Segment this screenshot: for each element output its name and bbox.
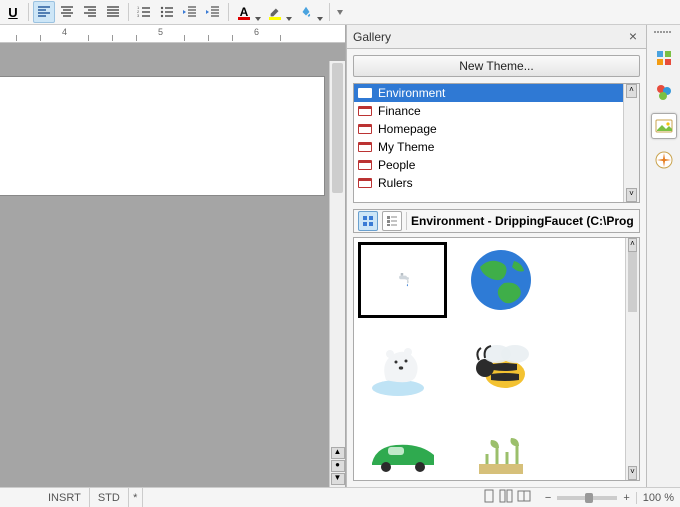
formatting-toolbar: U 123 A bbox=[0, 0, 680, 25]
zoom-control[interactable]: − + 100 % bbox=[539, 492, 680, 504]
separator bbox=[128, 3, 129, 21]
gallery-view-bar: Environment - DrippingFaucet (C:\Prog bbox=[353, 209, 640, 233]
highlight-color-button[interactable] bbox=[264, 1, 294, 23]
zoom-in-icon[interactable]: + bbox=[623, 492, 629, 504]
theme-label: My Theme bbox=[378, 140, 434, 154]
ruler-number: 5 bbox=[158, 27, 163, 37]
theme-label: Rulers bbox=[378, 176, 413, 190]
gallery-item-green-car[interactable] bbox=[360, 420, 445, 481]
theme-row-environment[interactable]: Environment bbox=[354, 84, 639, 102]
horizontal-ruler[interactable]: 4 5 6 bbox=[0, 25, 345, 43]
font-color-button[interactable]: A bbox=[233, 1, 263, 23]
thumbs-scrollbar[interactable]: ˄ ˅ bbox=[625, 238, 639, 480]
theme-icon bbox=[358, 106, 372, 116]
gallery-item-bee[interactable] bbox=[458, 332, 543, 404]
main-area: 4 5 6 ▲ ● ▼ bbox=[0, 25, 680, 487]
theme-label: People bbox=[378, 158, 415, 172]
zoom-out-icon[interactable]: − bbox=[545, 492, 551, 504]
numbered-list-button[interactable]: 123 bbox=[133, 1, 155, 23]
theme-label: Homepage bbox=[378, 122, 437, 136]
align-center-button[interactable] bbox=[56, 1, 78, 23]
scroll-marker-button[interactable]: ● bbox=[331, 460, 345, 472]
decrease-indent-button[interactable] bbox=[179, 1, 201, 23]
theme-list: Environment Finance Homepage My Theme Pe… bbox=[353, 83, 640, 203]
theme-label: Environment bbox=[378, 86, 445, 100]
scroll-up-icon[interactable]: ˄ bbox=[626, 84, 637, 98]
theme-icon bbox=[358, 88, 372, 98]
bullet-list-button[interactable] bbox=[156, 1, 178, 23]
align-right-button[interactable] bbox=[79, 1, 101, 23]
separator bbox=[329, 3, 330, 21]
gallery-item-polar-bear[interactable] bbox=[360, 332, 445, 404]
zoom-slider[interactable] bbox=[557, 496, 617, 500]
theme-icon bbox=[358, 142, 372, 152]
theme-icon bbox=[358, 160, 372, 170]
svg-text:3: 3 bbox=[137, 13, 140, 18]
scroll-thumb[interactable] bbox=[628, 252, 637, 312]
gallery-header: Gallery × bbox=[347, 25, 646, 49]
gallery-thumbnails: ˄ ˅ bbox=[353, 237, 640, 481]
status-selection-mode[interactable]: STD bbox=[90, 488, 129, 507]
sidebar-grip-icon[interactable] bbox=[654, 31, 674, 37]
document-viewport[interactable]: ▲ ● ▼ bbox=[0, 43, 345, 487]
theme-icon bbox=[358, 124, 372, 134]
status-modified-icon[interactable]: * bbox=[129, 488, 143, 507]
single-page-view-icon[interactable] bbox=[483, 489, 495, 506]
theme-label: Finance bbox=[378, 104, 421, 118]
themelist-scrollbar[interactable]: ˄ ˅ bbox=[623, 84, 639, 202]
theme-row-people[interactable]: People bbox=[354, 156, 639, 174]
new-theme-button[interactable]: New Theme... bbox=[353, 55, 640, 77]
zoom-slider-knob[interactable] bbox=[585, 493, 593, 503]
background-color-button[interactable] bbox=[295, 1, 325, 23]
status-view-buttons bbox=[475, 488, 539, 507]
scroll-up-icon[interactable]: ˄ bbox=[628, 238, 637, 252]
underline-button[interactable]: U bbox=[2, 1, 24, 23]
gallery-item-path: Environment - DrippingFaucet (C:\Prog bbox=[411, 214, 635, 228]
gallery-item-plant[interactable] bbox=[458, 420, 543, 481]
book-view-icon[interactable] bbox=[517, 489, 531, 506]
document-area: 4 5 6 ▲ ● ▼ bbox=[0, 25, 346, 487]
align-left-button[interactable] bbox=[33, 1, 55, 23]
separator bbox=[28, 3, 29, 21]
theme-row-my-theme[interactable]: My Theme bbox=[354, 138, 639, 156]
sidebar-item-gallery[interactable] bbox=[651, 113, 677, 139]
increase-indent-button[interactable] bbox=[202, 1, 224, 23]
gallery-title: Gallery bbox=[353, 30, 391, 44]
zoom-value[interactable]: 100 % bbox=[636, 492, 674, 504]
scroll-thumb[interactable] bbox=[332, 63, 343, 193]
gallery-panel: Gallery × New Theme... Environment Finan… bbox=[346, 25, 646, 487]
theme-row-finance[interactable]: Finance bbox=[354, 102, 639, 120]
sidebar-item-styles[interactable] bbox=[651, 79, 677, 105]
separator bbox=[228, 3, 229, 21]
detail-view-button[interactable] bbox=[382, 211, 402, 231]
icon-view-button[interactable] bbox=[358, 211, 378, 231]
multi-page-view-icon[interactable] bbox=[499, 489, 513, 506]
align-justify-button[interactable] bbox=[102, 1, 124, 23]
sidebar-tabs bbox=[646, 25, 680, 487]
gallery-item-earth[interactable] bbox=[458, 244, 543, 316]
scroll-down-double-icon[interactable]: ▼ bbox=[331, 473, 345, 485]
page[interactable] bbox=[0, 76, 325, 196]
close-icon[interactable]: × bbox=[626, 30, 640, 44]
gallery-item-dripping-faucet[interactable] bbox=[360, 244, 445, 316]
theme-row-rulers[interactable]: Rulers bbox=[354, 174, 639, 192]
scroll-down-icon[interactable]: ˅ bbox=[628, 466, 637, 480]
sidebar-item-navigator[interactable] bbox=[651, 147, 677, 173]
sidebar-item-properties[interactable] bbox=[651, 45, 677, 71]
vertical-scrollbar[interactable]: ▲ ● ▼ bbox=[329, 61, 345, 487]
ruler-number: 4 bbox=[62, 27, 67, 37]
ruler-number: 6 bbox=[254, 27, 259, 37]
theme-row-homepage[interactable]: Homepage bbox=[354, 120, 639, 138]
theme-icon bbox=[358, 178, 372, 188]
scroll-down-icon[interactable]: ˅ bbox=[626, 188, 637, 202]
status-insert-mode[interactable]: INSRT bbox=[40, 488, 90, 507]
scroll-up-double-icon[interactable]: ▲ bbox=[331, 447, 345, 459]
status-bar: INSRT STD * − + 100 % bbox=[0, 487, 680, 507]
toolbar-overflow-button[interactable] bbox=[334, 1, 346, 23]
